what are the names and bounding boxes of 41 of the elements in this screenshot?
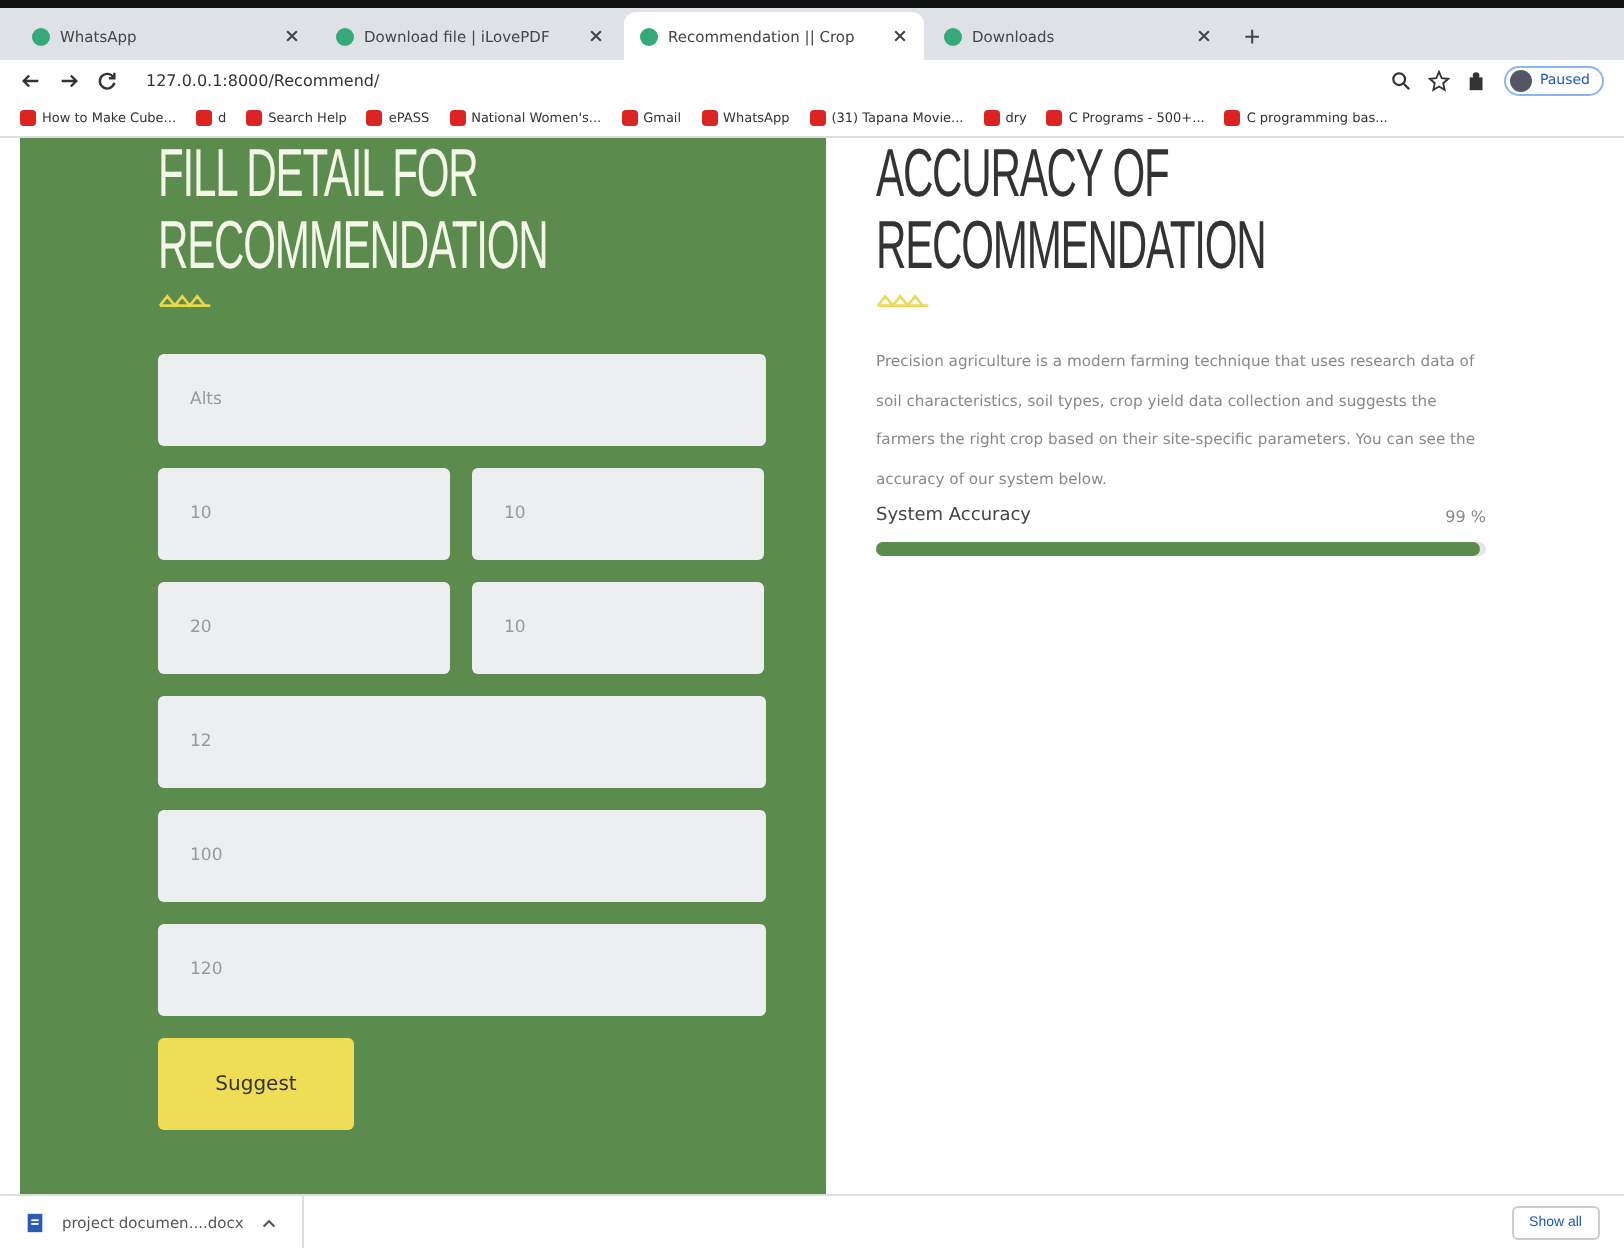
form-heading: FILL DETAIL FOR <box>158 138 478 210</box>
close-icon[interactable] <box>1196 28 1212 44</box>
close-icon[interactable] <box>588 28 604 44</box>
input-field[interactable]: 20 <box>158 582 450 674</box>
input-field[interactable]: 100 <box>158 810 766 902</box>
close-icon[interactable] <box>284 28 300 44</box>
input-field[interactable]: 10 <box>158 468 450 560</box>
bookmark-icon <box>20 110 36 126</box>
bookmark-icon <box>449 110 466 126</box>
new-tab-button[interactable]: + <box>1232 12 1273 60</box>
document-icon <box>24 1211 46 1233</box>
accuracy-label: System Accuracy <box>876 506 1032 526</box>
input-field[interactable]: 12 <box>158 696 766 788</box>
bookmark-icon <box>983 110 1000 126</box>
accuracy-heading: ACCURACY OF <box>876 138 1169 210</box>
form-heading: RECOMMENDATION <box>158 210 548 282</box>
leaf-ornament-icon <box>876 290 932 310</box>
accuracy-reading: 99 % <box>1445 507 1486 525</box>
accuracy-heading: RECOMMENDATION <box>876 210 1266 282</box>
back-icon[interactable] <box>20 69 42 91</box>
suggest-button[interactable]: Suggest <box>158 1038 354 1130</box>
bookmark-icon <box>246 110 263 126</box>
search-icon[interactable] <box>1389 69 1412 91</box>
input-field[interactable]: Alts <box>158 354 766 446</box>
close-icon[interactable] <box>892 28 908 44</box>
reload-icon[interactable] <box>96 69 118 91</box>
input-field[interactable]: 120 <box>158 924 766 1016</box>
bookmark-icon <box>196 110 213 126</box>
star-icon[interactable] <box>1427 69 1450 91</box>
bookmark-icon <box>1046 110 1063 126</box>
bookmark-icon <box>1224 110 1241 126</box>
bookmark-icon <box>621 110 638 126</box>
leaf-ornament-icon <box>158 290 214 310</box>
bookmark-icon <box>809 110 826 126</box>
input-field[interactable]: 10 <box>472 582 764 674</box>
bookmark-icon <box>701 110 718 126</box>
avatar-icon <box>1509 69 1532 91</box>
address-field[interactable]: 127.0.0.1:8000/Recommend/ <box>134 71 380 89</box>
input-field[interactable]: 10 <box>472 468 764 560</box>
bookmark-icon <box>366 110 383 126</box>
forward-icon[interactable] <box>58 69 80 91</box>
